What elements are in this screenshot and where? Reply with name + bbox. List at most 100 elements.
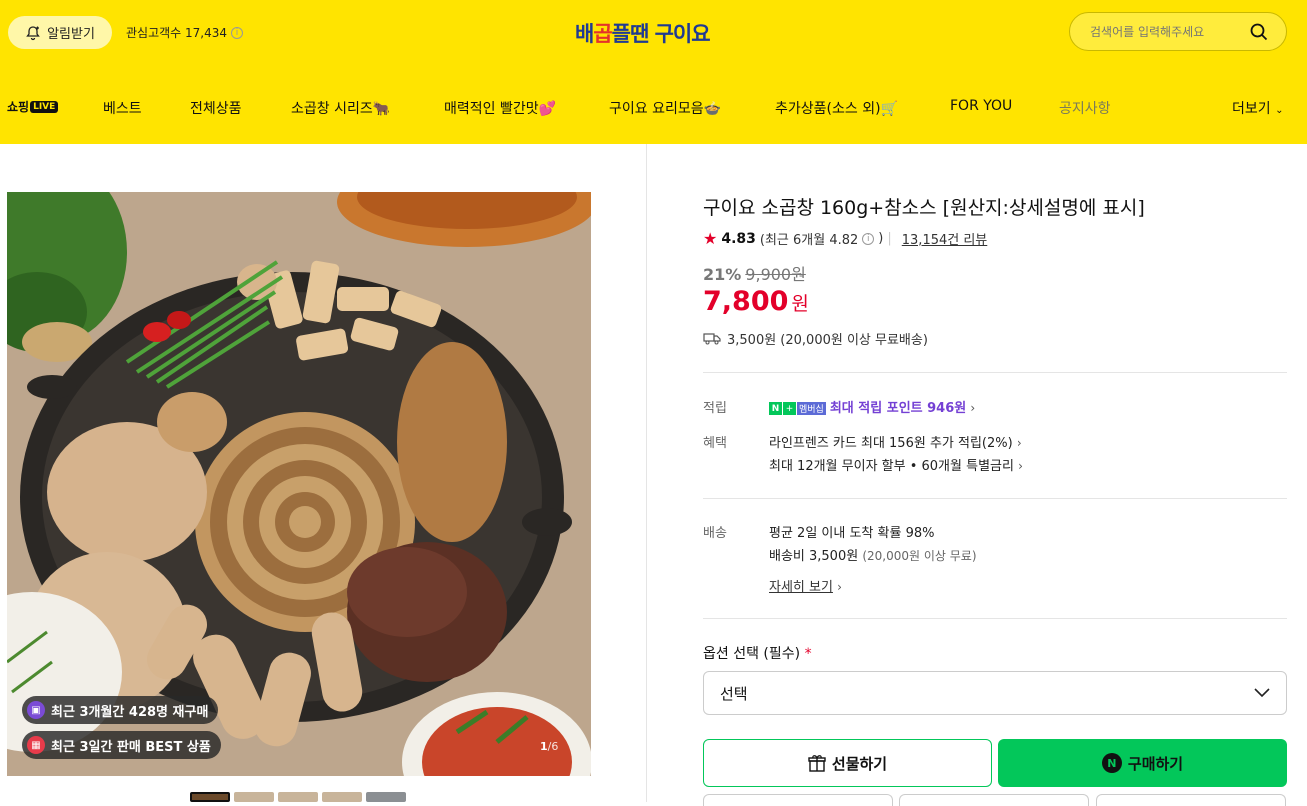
column-divider: [646, 144, 647, 802]
rebuy-tag-label: 최근 3개월간 428명 재구매: [51, 704, 209, 720]
chevron-right-icon: ›: [1016, 436, 1022, 450]
discount-row: 21% 9,900원: [703, 261, 806, 285]
point-label: 적립: [703, 401, 727, 416]
thumbnail[interactable]: [278, 792, 318, 802]
rating-close: ): [878, 231, 884, 246]
delivery-line2: 배송비 3,500원: [769, 549, 859, 564]
interest-label: 관심고객수 17,434: [126, 26, 228, 40]
secondary-button[interactable]: [1096, 794, 1286, 806]
site-header: 알림받기 관심고객수 17,434 i 배곱플땐 구이요 쇼핑 LIVE 베스트…: [0, 0, 1307, 144]
n-badge: N: [769, 402, 782, 415]
logo-text-3: 플땐 구이요: [611, 22, 711, 46]
live-label: 쇼핑: [7, 100, 30, 114]
bag-icon: ▣: [27, 701, 45, 719]
counter-current: 1: [540, 740, 548, 753]
nav-more-button[interactable]: 더보기 ⌄: [1232, 98, 1283, 118]
star-icon: ★: [703, 229, 718, 248]
nav-item-all[interactable]: 전체상품: [190, 98, 242, 118]
divider: [703, 372, 1287, 373]
chevron-down-icon: [1254, 688, 1270, 698]
delivery-line2-sub: (20,000원 이상 무료): [862, 549, 977, 563]
rating-row: ★ 4.83 (최근 6개월 4.82 i ) | 13,154건 리뷰: [703, 229, 987, 248]
alarm-button[interactable]: 알림받기: [8, 16, 112, 49]
divider: [703, 498, 1287, 499]
nav-item-for-you[interactable]: FOR YOU: [950, 98, 1012, 114]
gift-icon: [808, 755, 826, 772]
delivery-fee: 배송비 3,500원 (20,000원 이상 무료): [769, 545, 977, 564]
search-box[interactable]: [1069, 12, 1287, 51]
delivery-label: 배송: [703, 526, 727, 541]
plus-badge: +: [783, 402, 796, 415]
shipping-info: 3,500원 (20,000원 이상 무료배송): [703, 329, 928, 348]
rating-value: 4.83: [721, 230, 756, 247]
nav-item-extras[interactable]: 추가상품(소스 외)🛒: [775, 98, 898, 118]
required-mark: *: [804, 646, 812, 662]
rebuy-tag: ▣ 최근 3개월간 428명 재구매: [22, 696, 219, 724]
benefit-line2: 최대 12개월 무이자 할부 • 60개월 특별금리: [769, 459, 1014, 474]
truck-icon: [703, 333, 721, 345]
chevron-right-icon: ›: [837, 580, 842, 594]
chevron-down-icon: ⌄: [1275, 105, 1284, 116]
store-logo[interactable]: 배곱플땐 구이요: [575, 18, 711, 48]
nav-item-best[interactable]: 베스트: [103, 98, 142, 118]
divider: [703, 618, 1287, 619]
buy-label: 구매하기: [1127, 754, 1184, 773]
chevron-right-icon: ›: [970, 401, 976, 415]
delivery-line1: 평균 2일 이내 도착 확률 98%: [769, 526, 935, 541]
review-count-link[interactable]: 13,154건 리뷰: [902, 229, 988, 248]
shipping-text: 3,500원 (20,000원 이상 무료배송): [727, 333, 928, 348]
info-icon[interactable]: i: [231, 26, 244, 39]
benefit-line1: 라인프렌즈 카드 최대 156원 추가 적립(2%): [769, 436, 1013, 451]
bell-plus-icon: [26, 25, 40, 40]
discount-rate: 21%: [703, 265, 742, 284]
installment-link[interactable]: 최대 12개월 무이자 할부 • 60개월 특별금리 ›: [769, 455, 1023, 474]
secondary-button[interactable]: [703, 794, 893, 806]
category-nav: 쇼핑 LIVE 베스트 전체상품 소곱창 시리즈🐂 매력적인 빨간맛💕 구이요 …: [0, 96, 1307, 120]
original-price: 9,900원: [745, 265, 806, 284]
secondary-button[interactable]: [899, 794, 1089, 806]
naver-n-icon: N: [1101, 753, 1122, 773]
gift-box-icon: ▦: [27, 736, 45, 754]
card-benefit-link[interactable]: 라인프렌즈 카드 최대 156원 추가 적립(2%) ›: [769, 432, 1022, 451]
nav-item-notice[interactable]: 공지사항: [1059, 98, 1111, 118]
nav-item-recipes[interactable]: 구이요 요리모음🍲: [609, 98, 721, 118]
option-select[interactable]: 선택: [703, 671, 1287, 715]
shopping-live-link[interactable]: 쇼핑 LIVE: [7, 98, 59, 115]
separator: |: [887, 231, 892, 246]
thumbnail[interactable]: [190, 792, 230, 802]
gift-button[interactable]: 선물하기: [703, 739, 992, 787]
benefit-label: 혜택: [703, 436, 727, 451]
thumbnail[interactable]: [366, 792, 406, 802]
search-input[interactable]: [1090, 24, 1240, 39]
logo-text-2: 곱: [593, 22, 612, 46]
chevron-right-icon: ›: [1018, 459, 1023, 473]
membership-badge: 멤버십: [797, 402, 826, 415]
option-label-text: 옵션 선택 (필수): [703, 646, 801, 662]
live-badge: LIVE: [30, 100, 59, 113]
product-title: 구이요 소곱창 160g+참소스 [원산지:상세설명에 표시]: [703, 197, 1145, 219]
option-label: 옵션 선택 (필수) *: [703, 643, 812, 663]
search-icon[interactable]: [1250, 23, 1268, 41]
thumbnail[interactable]: [234, 792, 274, 802]
point-text: 최대 적립 포인트 946원: [829, 401, 967, 416]
gift-label: 선물하기: [831, 754, 888, 773]
rating-recent: (최근 6개월 4.82: [759, 233, 859, 248]
more-label: 더보기: [1232, 101, 1271, 117]
option-selected: 선택: [720, 684, 748, 703]
nav-item-gopchang-series[interactable]: 소곱창 시리즈🐂: [291, 98, 390, 118]
alarm-label: 알림받기: [47, 27, 95, 42]
best-tag-label: 최근 3일간 판매 BEST 상품: [51, 739, 211, 755]
product-main-image[interactable]: [7, 192, 591, 776]
buy-button[interactable]: N 구매하기: [998, 739, 1287, 787]
interest-count: 관심고객수 17,434 i: [126, 24, 244, 41]
info-icon[interactable]: i: [862, 232, 875, 245]
delivery-detail-link[interactable]: 자세히 보기 ›: [769, 576, 842, 595]
logo-text-1: 배: [575, 22, 594, 46]
thumbnail[interactable]: [322, 792, 362, 802]
naver-plus-badge: N + 멤버십: [769, 402, 826, 415]
nav-item-spicy[interactable]: 매력적인 빨간맛💕: [444, 98, 556, 118]
counter-total: /6: [547, 740, 559, 753]
price-value: 7,800: [703, 286, 789, 317]
point-link[interactable]: N + 멤버십 최대 적립 포인트 946원 ›: [769, 397, 975, 416]
thumbnail-strip: [190, 792, 406, 802]
